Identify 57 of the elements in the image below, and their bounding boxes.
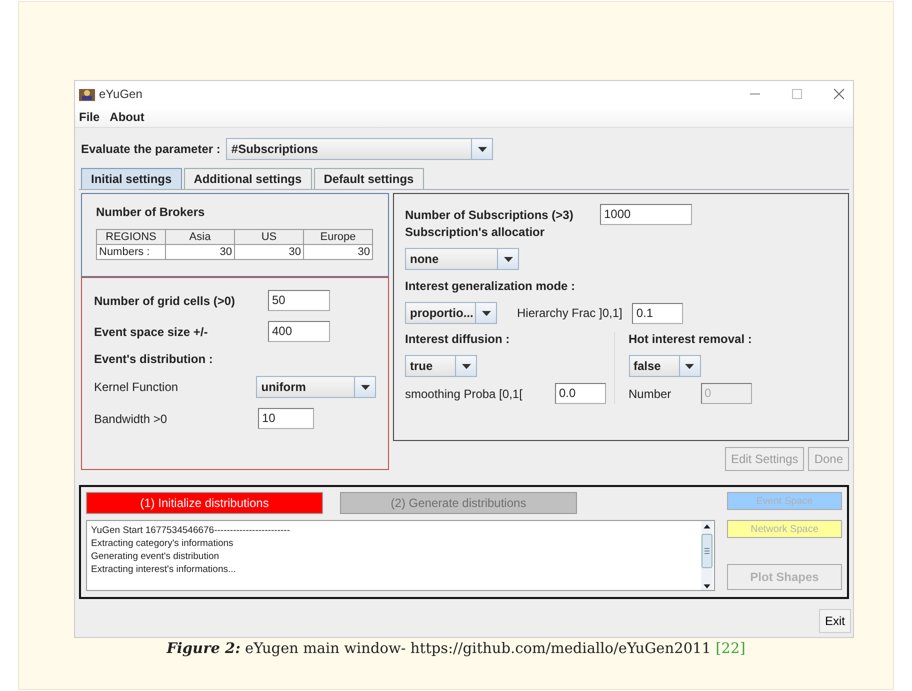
table-cell: 30 [166, 244, 234, 260]
tab[interactable]: Initial settings [81, 168, 182, 189]
field-label: Number of Subscriptions (>3) [405, 208, 574, 222]
run-button[interactable]: (1) Initialize distributions [86, 492, 323, 514]
caret-icon [685, 364, 694, 368]
app-icon [79, 87, 95, 101]
removal-dropdown[interactable]: false [628, 355, 700, 377]
field-label: Number of grid cells (>0) [94, 294, 236, 308]
input-field[interactable]: 400 [268, 321, 330, 342]
input-field[interactable]: 0.1 [632, 302, 684, 324]
diffusion-dropdown[interactable]: true [405, 355, 477, 377]
caret-icon [504, 256, 512, 262]
caret-icon [360, 384, 370, 390]
table-header: US [234, 230, 304, 244]
input-field[interactable]: 10 [258, 408, 314, 429]
caret-icon [462, 364, 470, 368]
log-line: Generating event's distribution [91, 550, 220, 563]
input-field[interactable]: 0.0 [555, 383, 606, 404]
field-label: Kernel Function [94, 380, 180, 394]
generalization-dropdown[interactable]: proportio... [405, 302, 497, 324]
field-label: Interest diffusion : [405, 332, 511, 346]
field-label: Number [628, 386, 672, 400]
caret-icon [478, 146, 487, 152]
parameter-dropdown[interactable]: #Subscriptions [226, 138, 494, 160]
scrollbar[interactable] [700, 521, 714, 590]
input-field[interactable]: 1000 [600, 204, 692, 225]
table-cell: 30 [304, 244, 372, 260]
log-line: Extracting category's informations [91, 537, 234, 550]
table-header: Europe [304, 230, 372, 244]
close-icon[interactable] [833, 88, 845, 100]
brokers-title: Number of Brokers [96, 205, 206, 219]
section-title: Event's distribution : [94, 352, 214, 366]
menu-item[interactable]: About [110, 110, 144, 124]
field-label: Bandwidth >0 [94, 412, 168, 426]
exit-button[interactable]: Exit [818, 609, 851, 633]
figure-caption: Figure 2: eYugen main window- https://github.com/mediallo/eYuGen2011 [22] [165, 640, 746, 657]
log-line: YuGen Start 1677534546676------------------------ [91, 524, 292, 537]
parameter-label: Evaluate the parameter : [81, 142, 220, 156]
table-header: Asia [166, 230, 234, 244]
tab[interactable]: Additional settings [184, 168, 312, 189]
field-label: smoothing Proba [0,1[ [405, 386, 524, 400]
caret-icon [482, 310, 490, 316]
allocation-dropdown[interactable]: none [405, 248, 519, 270]
field-label: Interest generalization mode : [405, 279, 576, 293]
field-label: Hot interest removal : [628, 332, 753, 346]
input-field[interactable]: 50 [268, 290, 330, 311]
field-label: Subscription's allocatior [405, 225, 546, 239]
kernel-dropdown[interactable]: uniform [256, 376, 376, 398]
table-header: REGIONS [96, 230, 166, 244]
tab[interactable]: Default settings [314, 168, 424, 189]
log-line: Extracting interest's informations... [91, 563, 237, 576]
field-label: Event space size +/- [94, 324, 209, 338]
table-cell: 30 [234, 244, 304, 260]
table-cell: Numbers : [96, 244, 166, 260]
menu-item[interactable]: File [79, 110, 100, 124]
window-title: eYuGen [99, 87, 142, 101]
field-label: Hierarchy Frac ]0,1] [517, 306, 622, 320]
